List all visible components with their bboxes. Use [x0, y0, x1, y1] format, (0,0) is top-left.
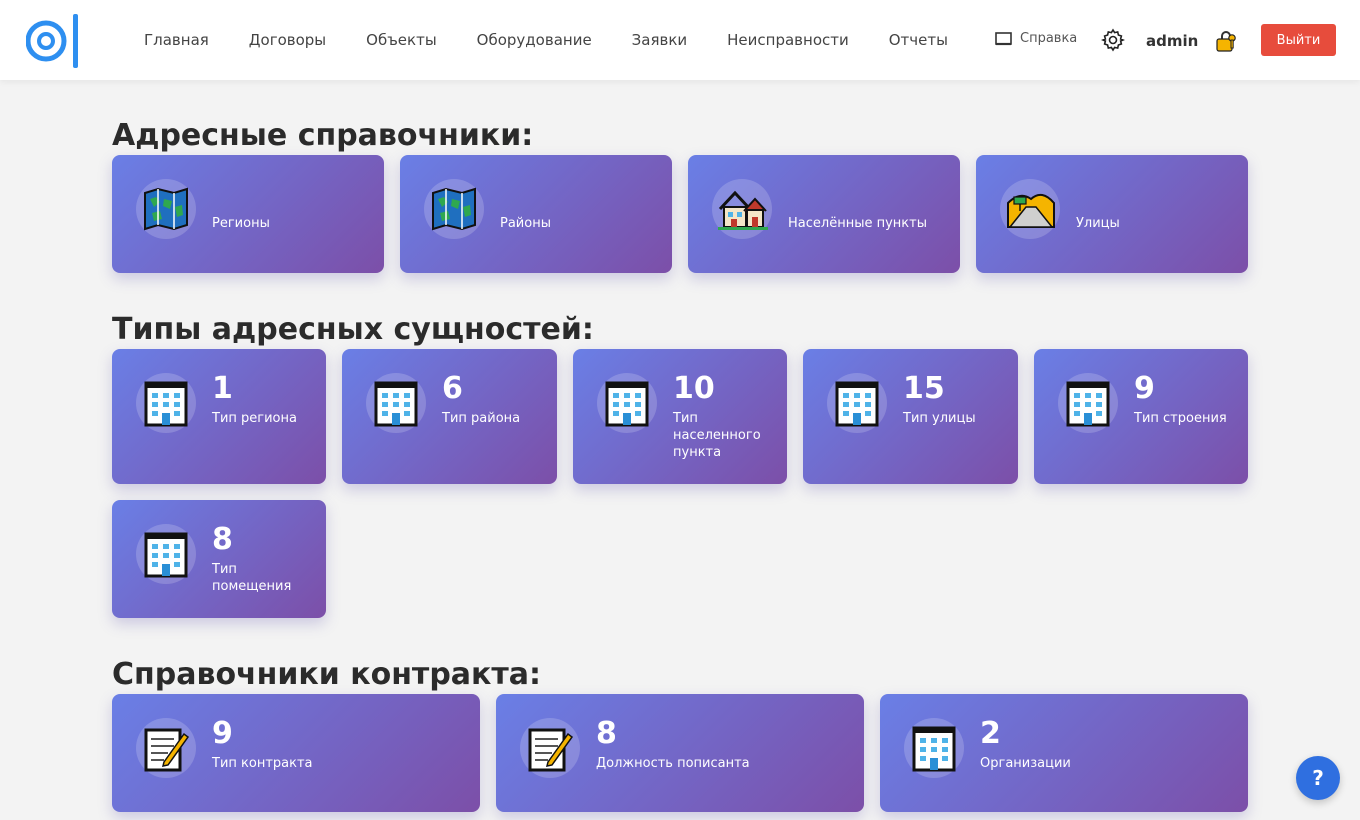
section-title-contract: Справочники контракта: [112, 657, 542, 692]
card-building-type[interactable]: 9 Тип строения [1034, 349, 1248, 484]
building-icon [1066, 381, 1110, 427]
card-settlement-type[interactable]: 10 Тип населенного пункта [573, 349, 787, 484]
card-label: Тип контракта [212, 756, 313, 771]
card-room-type[interactable]: 8 Тип помещения [112, 500, 326, 618]
building-icon [374, 381, 418, 427]
card-count: 8 [212, 522, 233, 557]
card-count: 1 [212, 371, 233, 406]
card-label: Тип населенного пункта [673, 411, 761, 460]
card-count: 15 [903, 371, 945, 406]
nav-item-contracts[interactable]: Договоры [229, 31, 346, 49]
main-nav: Главная Договоры Объекты Оборудование За… [124, 0, 968, 80]
card-signer-position[interactable]: 8 Должность пописанта [496, 694, 864, 812]
nav-item-faults[interactable]: Неисправности [707, 31, 869, 49]
nav-item-reports[interactable]: Отчеты [869, 31, 968, 49]
card-region-type[interactable]: 1 Тип региона [112, 349, 326, 484]
gear-icon[interactable] [1101, 28, 1125, 52]
logo-icon[interactable] [26, 12, 84, 70]
card-streets[interactable]: Улицы [976, 155, 1248, 273]
nav-item-objects[interactable]: Объекты [346, 31, 457, 49]
card-label: Тип региона [212, 411, 297, 426]
card-label: Тип улицы [903, 411, 976, 426]
card-label: Должность пописанта [596, 756, 750, 771]
top-header: Главная Договоры Объекты Оборудование За… [0, 0, 1360, 80]
nav-item-requests[interactable]: Заявки [612, 31, 707, 49]
card-label: Районы [500, 216, 551, 231]
memo-icon [144, 728, 190, 772]
card-organizations[interactable]: 2 Организации [880, 694, 1248, 812]
memo-icon [528, 728, 574, 772]
building-icon [912, 726, 956, 772]
help-link-label: Справка [1020, 31, 1078, 46]
book-icon [995, 31, 1012, 45]
map-icon [432, 187, 476, 231]
building-icon [144, 381, 188, 427]
card-count: 6 [442, 371, 463, 406]
map-icon [144, 187, 188, 231]
card-label: Улицы [1076, 216, 1120, 231]
card-settlements[interactable]: Населённые пункты [688, 155, 960, 273]
card-count: 8 [596, 716, 617, 751]
card-label: Тип района [442, 411, 521, 426]
card-contract-type[interactable]: 9 Тип контракта [112, 694, 480, 812]
building-icon [835, 381, 879, 427]
card-count: 2 [980, 716, 1001, 751]
card-count: 9 [1134, 371, 1155, 406]
help-link[interactable]: Справка [995, 31, 1077, 46]
nav-item-home[interactable]: Главная [124, 31, 229, 49]
card-street-type[interactable]: 15 Тип улицы [803, 349, 1018, 484]
road-icon [1007, 193, 1055, 228]
card-label: Населённые пункты [788, 216, 927, 231]
card-label: Регионы [212, 216, 270, 231]
help-fab-button[interactable]: ? [1296, 756, 1340, 800]
card-label: Организации [980, 756, 1071, 771]
nav-item-equipment[interactable]: Оборудование [457, 31, 612, 49]
card-count: 9 [212, 716, 233, 751]
card-district-type[interactable]: 6 Тип района [342, 349, 557, 484]
logout-button[interactable]: Выйти [1261, 24, 1336, 56]
username: admin [1146, 32, 1199, 50]
building-icon [605, 381, 649, 427]
section-title-types: Типы адресных сущностей: [112, 312, 594, 347]
card-regions[interactable]: Регионы [112, 155, 384, 273]
card-label: Тип строения [1134, 411, 1227, 426]
card-count: 10 [673, 371, 715, 406]
section-title-address: Адресные справочники: [112, 118, 534, 153]
building-icon [144, 532, 188, 578]
lock-icon[interactable] [1214, 29, 1238, 53]
houses-icon [718, 190, 768, 230]
card-label: Тип помещения [212, 562, 292, 594]
card-districts[interactable]: Районы [400, 155, 672, 273]
